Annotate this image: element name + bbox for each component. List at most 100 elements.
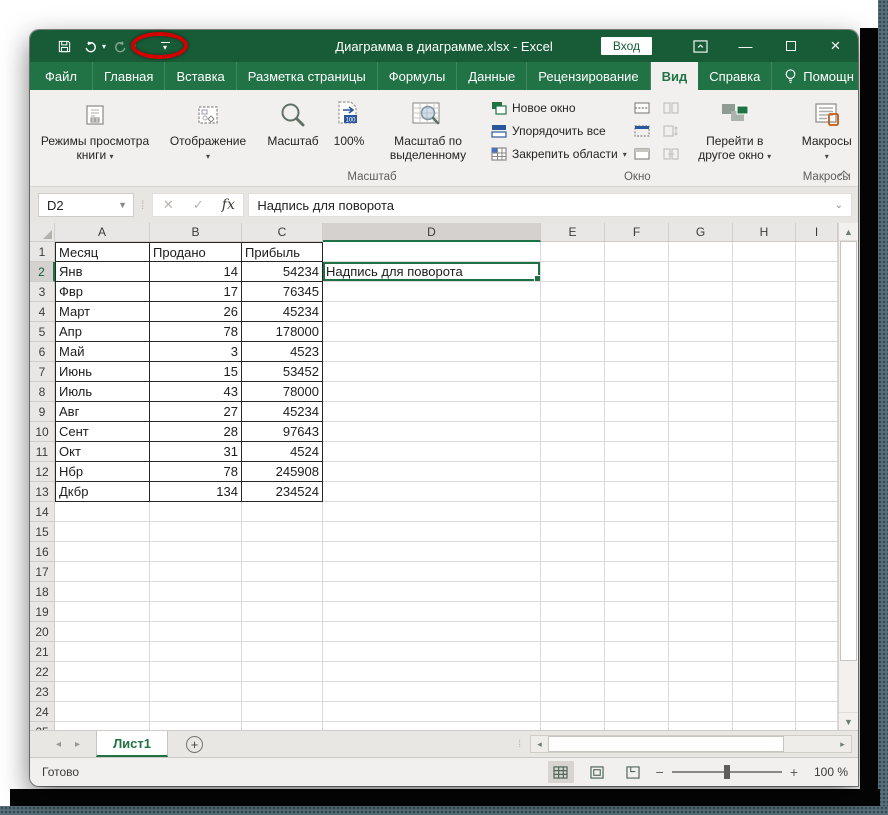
vertical-scroll-thumb[interactable] xyxy=(840,241,857,661)
row-header-14[interactable]: 14 xyxy=(30,502,55,522)
cell-D2[interactable]: Надпись для поворота xyxy=(323,262,541,282)
workbook-views-button[interactable]: Режимы просмотра книги ▾ xyxy=(34,95,156,165)
cell-C15[interactable] xyxy=(242,522,323,542)
cell-I24[interactable] xyxy=(796,702,838,722)
cell-H1[interactable] xyxy=(733,242,796,262)
cell-E11[interactable] xyxy=(541,442,605,462)
cell-G18[interactable] xyxy=(669,582,733,602)
cell-F4[interactable] xyxy=(605,302,669,322)
row-header-18[interactable]: 18 xyxy=(30,582,55,602)
cell-D14[interactable] xyxy=(323,502,541,522)
cell-C21[interactable] xyxy=(242,642,323,662)
cell-C2[interactable]: 54234 xyxy=(242,262,323,282)
cell-B7[interactable]: 15 xyxy=(150,362,242,382)
cell-G4[interactable] xyxy=(669,302,733,322)
cell-A23[interactable] xyxy=(55,682,150,702)
cell-I18[interactable] xyxy=(796,582,838,602)
cell-I25[interactable] xyxy=(796,722,838,730)
cell-F11[interactable] xyxy=(605,442,669,462)
cell-B23[interactable] xyxy=(150,682,242,702)
cell-H24[interactable] xyxy=(733,702,796,722)
cell-F16[interactable] xyxy=(605,542,669,562)
cell-E23[interactable] xyxy=(541,682,605,702)
cell-A9[interactable]: Авг xyxy=(55,402,150,422)
horizontal-scrollbar[interactable]: ◂ ▸ xyxy=(530,735,852,753)
cell-I11[interactable] xyxy=(796,442,838,462)
cell-B18[interactable] xyxy=(150,582,242,602)
cell-F24[interactable] xyxy=(605,702,669,722)
row-header-25[interactable]: 25 xyxy=(30,722,55,730)
cell-I21[interactable] xyxy=(796,642,838,662)
cell-E5[interactable] xyxy=(541,322,605,342)
cell-A20[interactable] xyxy=(55,622,150,642)
cell-H19[interactable] xyxy=(733,602,796,622)
scroll-down-arrow[interactable]: ▼ xyxy=(839,712,858,730)
row-header-1[interactable]: 1 xyxy=(30,242,55,262)
tab-home[interactable]: Главная xyxy=(93,62,165,90)
row-header-4[interactable]: 4 xyxy=(30,302,55,322)
cell-A14[interactable] xyxy=(55,502,150,522)
cell-C1[interactable]: Прибыль xyxy=(242,242,323,262)
cell-F23[interactable] xyxy=(605,682,669,702)
cell-B15[interactable] xyxy=(150,522,242,542)
zoom-button[interactable]: Масштаб xyxy=(260,95,326,149)
cell-D16[interactable] xyxy=(323,542,541,562)
cell-G1[interactable] xyxy=(669,242,733,262)
cell-D21[interactable] xyxy=(323,642,541,662)
cell-A7[interactable]: Июнь xyxy=(55,362,150,382)
cell-C4[interactable]: 45234 xyxy=(242,302,323,322)
cell-G17[interactable] xyxy=(669,562,733,582)
cell-E12[interactable] xyxy=(541,462,605,482)
cell-E9[interactable] xyxy=(541,402,605,422)
cell-I20[interactable] xyxy=(796,622,838,642)
cell-F1[interactable] xyxy=(605,242,669,262)
cell-B13[interactable]: 134 xyxy=(150,482,242,502)
cell-B14[interactable] xyxy=(150,502,242,522)
cell-I3[interactable] xyxy=(796,282,838,302)
row-header-23[interactable]: 23 xyxy=(30,682,55,702)
cell-I17[interactable] xyxy=(796,562,838,582)
prev-sheet-arrow[interactable]: ◂ xyxy=(56,739,61,750)
cell-F25[interactable] xyxy=(605,722,669,730)
cell-G10[interactable] xyxy=(669,422,733,442)
cell-A10[interactable]: Сент xyxy=(55,422,150,442)
cell-D15[interactable] xyxy=(323,522,541,542)
cell-C22[interactable] xyxy=(242,662,323,682)
cell-B21[interactable] xyxy=(150,642,242,662)
cell-D4[interactable] xyxy=(323,302,541,322)
sheet-tab-list1[interactable]: Лист1 xyxy=(96,731,168,757)
cell-F2[interactable] xyxy=(605,262,669,282)
insert-function-button[interactable]: fx xyxy=(213,197,243,213)
new-window-button[interactable]: Новое окно xyxy=(488,97,630,119)
cell-H2[interactable] xyxy=(733,262,796,282)
cell-D9[interactable] xyxy=(323,402,541,422)
cell-A24[interactable] xyxy=(55,702,150,722)
cell-C10[interactable]: 97643 xyxy=(242,422,323,442)
column-header-B[interactable]: B xyxy=(150,223,242,242)
cell-C12[interactable]: 245908 xyxy=(242,462,323,482)
cell-A13[interactable]: Дкбр xyxy=(55,482,150,502)
row-header-21[interactable]: 21 xyxy=(30,642,55,662)
column-header-D[interactable]: D xyxy=(323,223,541,242)
cell-B5[interactable]: 78 xyxy=(150,322,242,342)
cell-C5[interactable]: 178000 xyxy=(242,322,323,342)
row-header-5[interactable]: 5 xyxy=(30,322,55,342)
cell-I16[interactable] xyxy=(796,542,838,562)
display-button[interactable]: Отображение▾ xyxy=(160,95,256,165)
cell-I13[interactable] xyxy=(796,482,838,502)
row-header-24[interactable]: 24 xyxy=(30,702,55,722)
cell-C8[interactable]: 78000 xyxy=(242,382,323,402)
undo-button[interactable] xyxy=(78,34,102,58)
cell-B4[interactable]: 26 xyxy=(150,302,242,322)
cell-G2[interactable] xyxy=(669,262,733,282)
next-sheet-arrow[interactable]: ▸ xyxy=(75,739,80,750)
cell-A12[interactable]: Нбр xyxy=(55,462,150,482)
tab-splitter-handle[interactable]: ⁞ xyxy=(518,739,522,750)
cell-D18[interactable] xyxy=(323,582,541,602)
cell-A25[interactable] xyxy=(55,722,150,730)
save-button[interactable] xyxy=(52,34,76,58)
cell-C14[interactable] xyxy=(242,502,323,522)
cell-D24[interactable] xyxy=(323,702,541,722)
cell-D1[interactable] xyxy=(323,242,541,262)
cell-D17[interactable] xyxy=(323,562,541,582)
